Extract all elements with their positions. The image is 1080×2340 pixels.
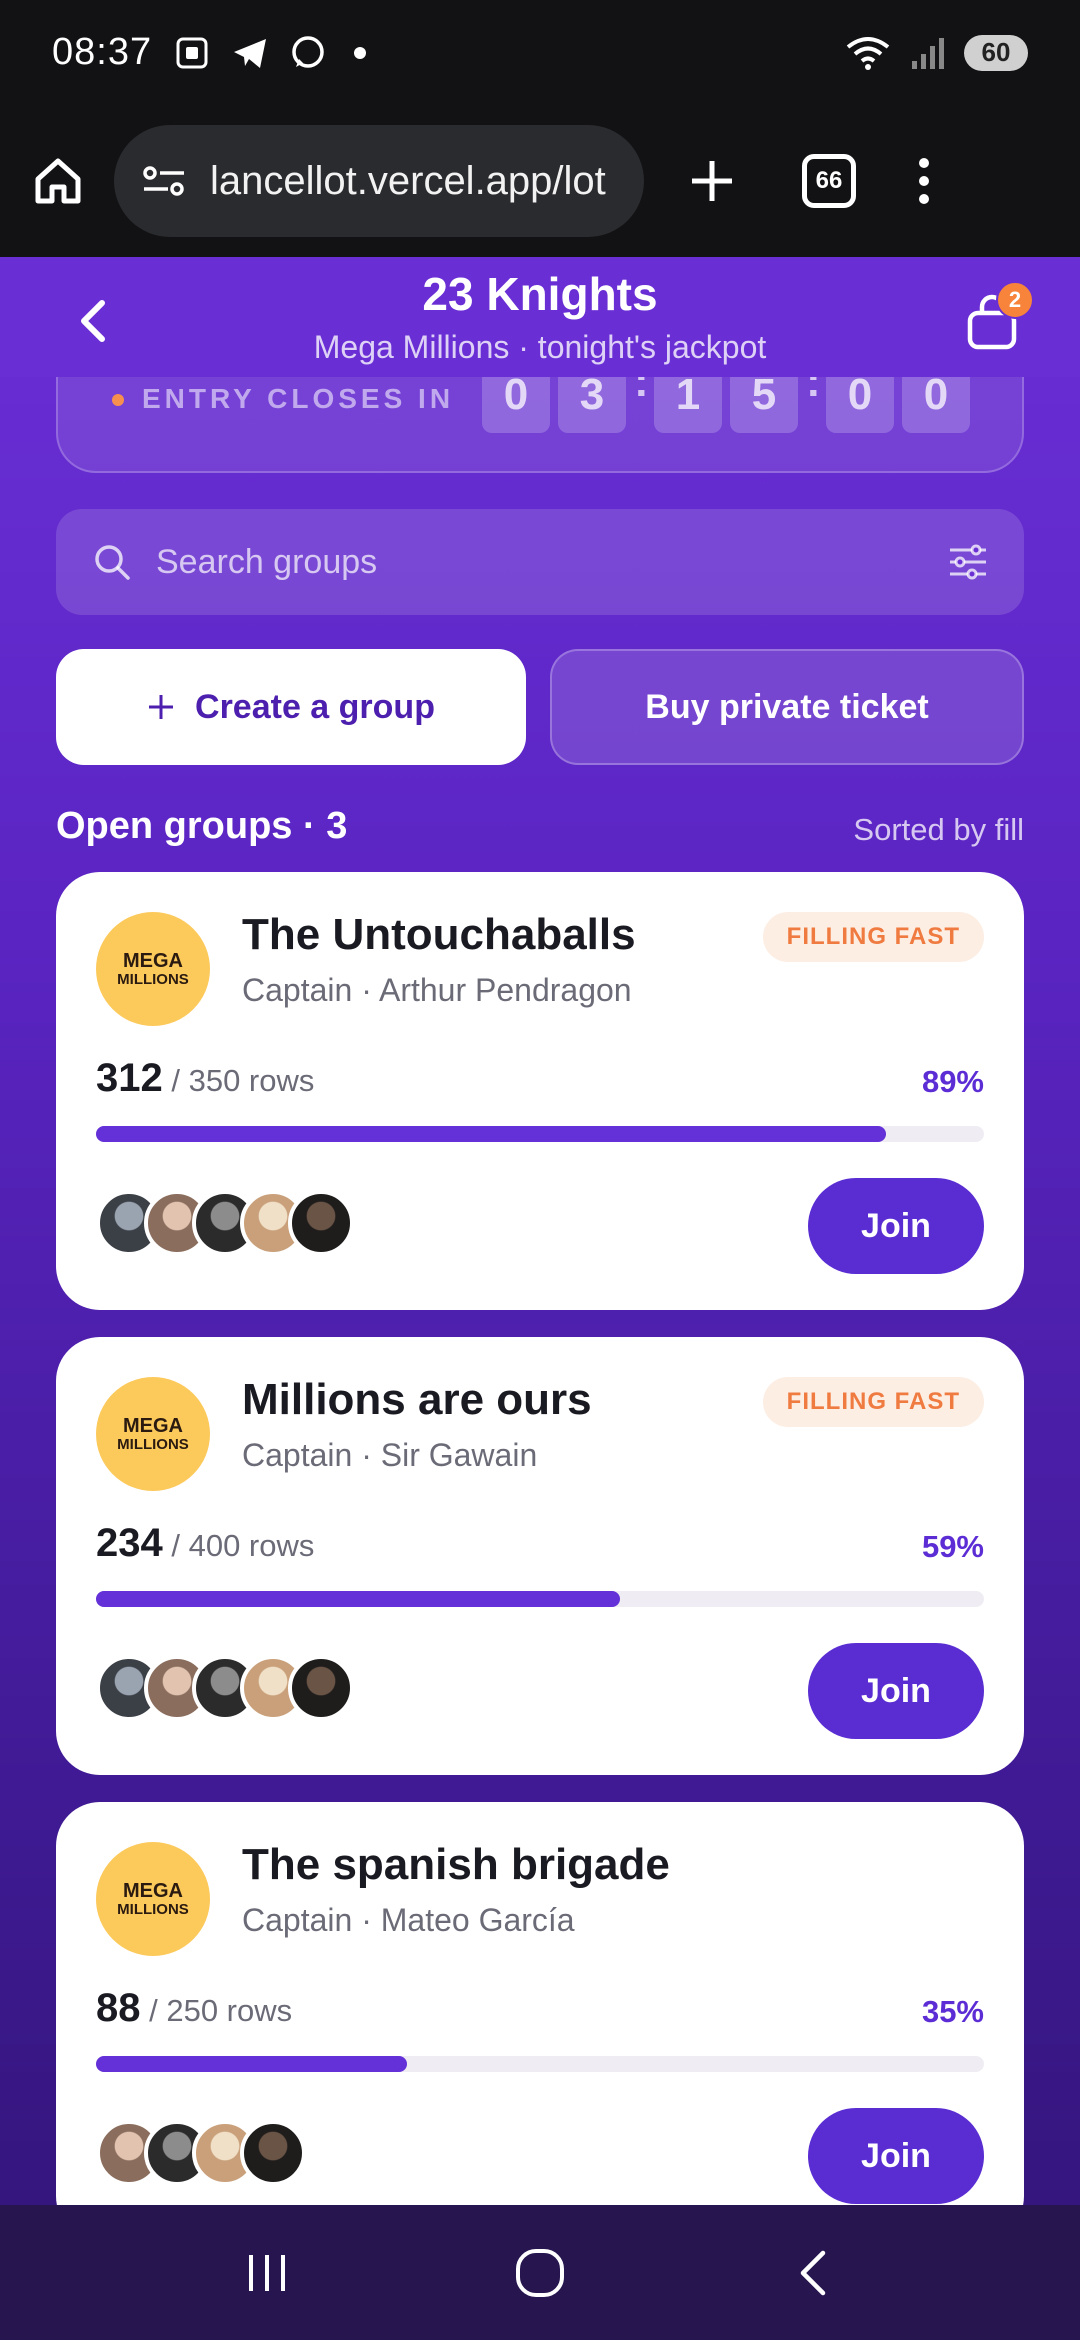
browser-menu-button[interactable] <box>914 153 934 209</box>
fill-percent: 59% <box>921 1529 984 1564</box>
more-notifications-dot <box>354 46 367 59</box>
buy-private-ticket-button[interactable]: Buy private ticket <box>550 649 1024 765</box>
group-card[interactable]: MEGA MILLIONS Millions are ours Captain … <box>56 1337 1024 1775</box>
plus-icon <box>692 161 732 201</box>
member-avatar <box>288 1655 354 1721</box>
notification-icons <box>172 33 367 73</box>
home-nav-button[interactable] <box>500 2233 580 2313</box>
back-nav-button[interactable] <box>773 2233 853 2313</box>
group-name: Millions are ours <box>242 1375 592 1424</box>
rows-summary: 234 / 400 rows <box>96 1521 314 1566</box>
rows-filled: 234 <box>96 1521 163 1565</box>
rows-total: / 350 rows <box>162 1063 315 1098</box>
fill-progress-bar <box>96 1126 984 1142</box>
rows-summary: 312 / 350 rows <box>96 1056 314 1101</box>
more-vertical-icon <box>919 158 929 204</box>
section-title: Open groups · 3 <box>56 805 348 847</box>
screenshot-icon <box>176 37 208 68</box>
fill-progress-bar <box>96 2056 984 2072</box>
recents-icon <box>248 2254 285 2291</box>
address-bar[interactable]: lancellot.vercel.app/lot <box>114 125 644 237</box>
system-navigation-bar <box>0 2205 1080 2340</box>
tab-count: 66 <box>802 154 856 208</box>
logo-line-2: MILLIONS <box>117 1435 189 1453</box>
url-text: lancellot.vercel.app/lot <box>210 158 606 203</box>
whatsapp-icon <box>292 35 324 68</box>
member-avatar <box>288 1190 354 1256</box>
wifi-icon <box>846 36 890 70</box>
signal-icon <box>912 37 944 69</box>
telegram-icon <box>234 38 267 68</box>
site-settings-icon <box>143 166 184 196</box>
mega-millions-logo: MEGA MILLIONS <box>96 1842 210 1956</box>
fill-progress-value <box>96 2056 407 2072</box>
browser-toolbar: lancellot.vercel.app/lot 66 <box>0 105 1080 257</box>
home-circle-icon <box>515 2248 564 2297</box>
group-captain: Captain · Arthur Pendragon <box>242 972 632 1008</box>
mega-millions-logo: MEGA MILLIONS <box>96 912 210 1026</box>
filling-fast-badge: FILLING FAST <box>762 912 984 962</box>
logo-line-2: MILLIONS <box>117 970 189 988</box>
buy-private-ticket-label: Buy private ticket <box>645 687 929 726</box>
logo-line-2: MILLIONS <box>117 1900 189 1918</box>
rows-total: / 250 rows <box>140 1993 293 2028</box>
plus-icon <box>149 695 174 719</box>
rows-total: / 400 rows <box>162 1528 315 1563</box>
join-button[interactable]: Join <box>808 2108 984 2204</box>
home-icon <box>35 158 81 204</box>
page-title: 23 Knights <box>422 268 658 320</box>
rows-filled: 88 <box>96 1986 141 2030</box>
group-name: The Untouchaballs <box>242 910 636 959</box>
status-bar: 08:37 60 <box>0 0 1080 105</box>
fill-progress-value <box>96 1591 620 1607</box>
battery-indicator: 60 <box>964 34 1028 71</box>
create-group-label: Create a group <box>195 687 435 726</box>
filter-sliders-icon[interactable] <box>948 544 988 580</box>
search-icon <box>95 545 130 580</box>
group-captain: Captain · Mateo García <box>242 1902 575 1938</box>
group-captain: Captain · Sir Gawain <box>242 1437 538 1473</box>
page-subtitle: Mega Millions · tonight's jackpot <box>313 329 767 365</box>
mega-millions-logo: MEGA MILLIONS <box>96 1377 210 1491</box>
back-chevron-icon <box>801 2250 826 2295</box>
fill-percent: 35% <box>921 1994 984 2029</box>
search-input[interactable]: Search groups <box>56 509 1024 615</box>
group-name: The spanish brigade <box>242 1840 670 1889</box>
system-icons: 60 <box>844 33 1028 73</box>
logo-line-1: MEGA <box>123 1879 183 1902</box>
new-tab-button[interactable] <box>684 153 740 209</box>
filling-fast-badge: FILLING FAST <box>762 1377 984 1427</box>
fill-percent: 89% <box>921 1064 984 1099</box>
create-group-button[interactable]: Create a group <box>56 649 526 765</box>
join-button[interactable]: Join <box>808 1178 984 1274</box>
status-time: 08:37 <box>52 31 153 73</box>
tab-switcher-button[interactable]: 66 <box>802 154 856 208</box>
search-placeholder: Search groups <box>156 542 378 581</box>
home-button[interactable] <box>30 153 86 209</box>
logo-line-1: MEGA <box>123 949 183 972</box>
logo-line-1: MEGA <box>123 1414 183 1437</box>
cart-count-badge: 2 <box>996 281 1034 319</box>
app-header: 23 Knights Mega Millions · tonight's jac… <box>0 257 1080 377</box>
recent-apps-button[interactable] <box>227 2233 307 2313</box>
join-button[interactable]: Join <box>808 1643 984 1739</box>
fill-progress-bar <box>96 1591 984 1607</box>
group-card[interactable]: MEGA MILLIONS The Untouchaballs Captain … <box>56 872 1024 1310</box>
member-avatar <box>240 2120 306 2186</box>
rows-filled: 312 <box>96 1056 163 1100</box>
sort-indicator[interactable]: Sorted by fill <box>853 812 1024 848</box>
app-screen: ENTRY CLOSES IN 0 3 : 1 5 : 0 0 23 Knigh… <box>0 257 1080 2205</box>
fill-progress-value <box>96 1126 887 1142</box>
group-card[interactable]: MEGA MILLIONS The spanish brigade Captai… <box>56 1802 1024 2205</box>
rows-summary: 88 / 250 rows <box>96 1986 292 2031</box>
